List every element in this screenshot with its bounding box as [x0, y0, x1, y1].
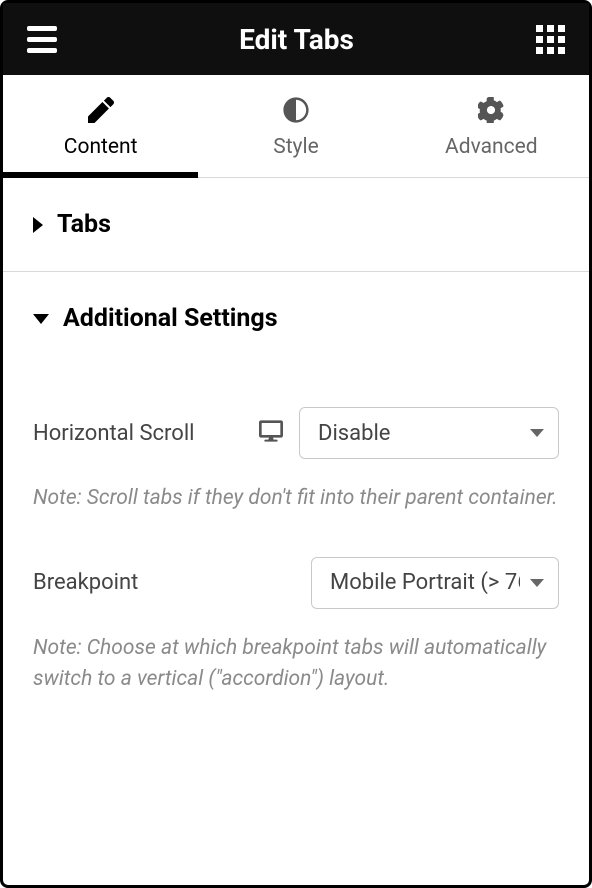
breakpoint-select[interactable]: Mobile Portrait (> 76	[311, 557, 559, 609]
field-horizontal-scroll: Horizontal Scroll Disable	[33, 393, 559, 473]
field-breakpoint: Breakpoint Mobile Portrait (> 76	[33, 543, 559, 623]
tab-advanced[interactable]: Advanced	[394, 75, 589, 177]
tab-style[interactable]: Style	[198, 75, 393, 177]
section-title: Additional Settings	[63, 304, 278, 333]
gear-icon	[478, 97, 504, 123]
section-header-additional[interactable]: Additional Settings	[33, 272, 559, 365]
header-title: Edit Tabs	[239, 23, 354, 56]
tab-label: Content	[64, 135, 138, 159]
section-header-tabs[interactable]: Tabs	[33, 178, 559, 271]
horizontal-scroll-note: Note: Scroll tabs if they don't fit into…	[33, 473, 559, 543]
tab-label: Style	[273, 135, 319, 159]
pencil-icon	[88, 97, 114, 123]
tab-label: Advanced	[445, 135, 538, 159]
apps-grid-icon[interactable]	[536, 25, 565, 54]
section-additional-settings: Additional Settings Horizontal Scroll Di…	[3, 272, 589, 724]
chevron-right-icon	[33, 217, 43, 233]
menu-icon[interactable]	[27, 26, 57, 53]
breakpoint-note: Note: Choose at which breakpoint tabs wi…	[33, 623, 559, 724]
section-title: Tabs	[57, 210, 111, 239]
chevron-down-icon	[530, 579, 544, 587]
desktop-icon[interactable]	[259, 420, 283, 446]
section-tabs: Tabs	[3, 178, 589, 271]
field-label: Horizontal Scroll	[33, 421, 195, 446]
section-body: Horizontal Scroll Disable Note: Scroll t…	[33, 365, 559, 724]
tab-content[interactable]: Content	[3, 75, 198, 177]
horizontal-scroll-select[interactable]: Disable	[299, 407, 559, 459]
header: Edit Tabs	[3, 3, 589, 75]
select-value: Mobile Portrait (> 76	[330, 570, 520, 595]
content-panel: Tabs Additional Settings Horizontal Scro…	[3, 178, 589, 724]
field-label: Breakpoint	[33, 570, 138, 595]
contrast-icon	[283, 97, 309, 123]
panel-tabs: Content Style Advanced	[3, 75, 589, 178]
chevron-down-icon	[33, 314, 49, 324]
chevron-down-icon	[530, 429, 544, 437]
select-value: Disable	[318, 421, 390, 446]
